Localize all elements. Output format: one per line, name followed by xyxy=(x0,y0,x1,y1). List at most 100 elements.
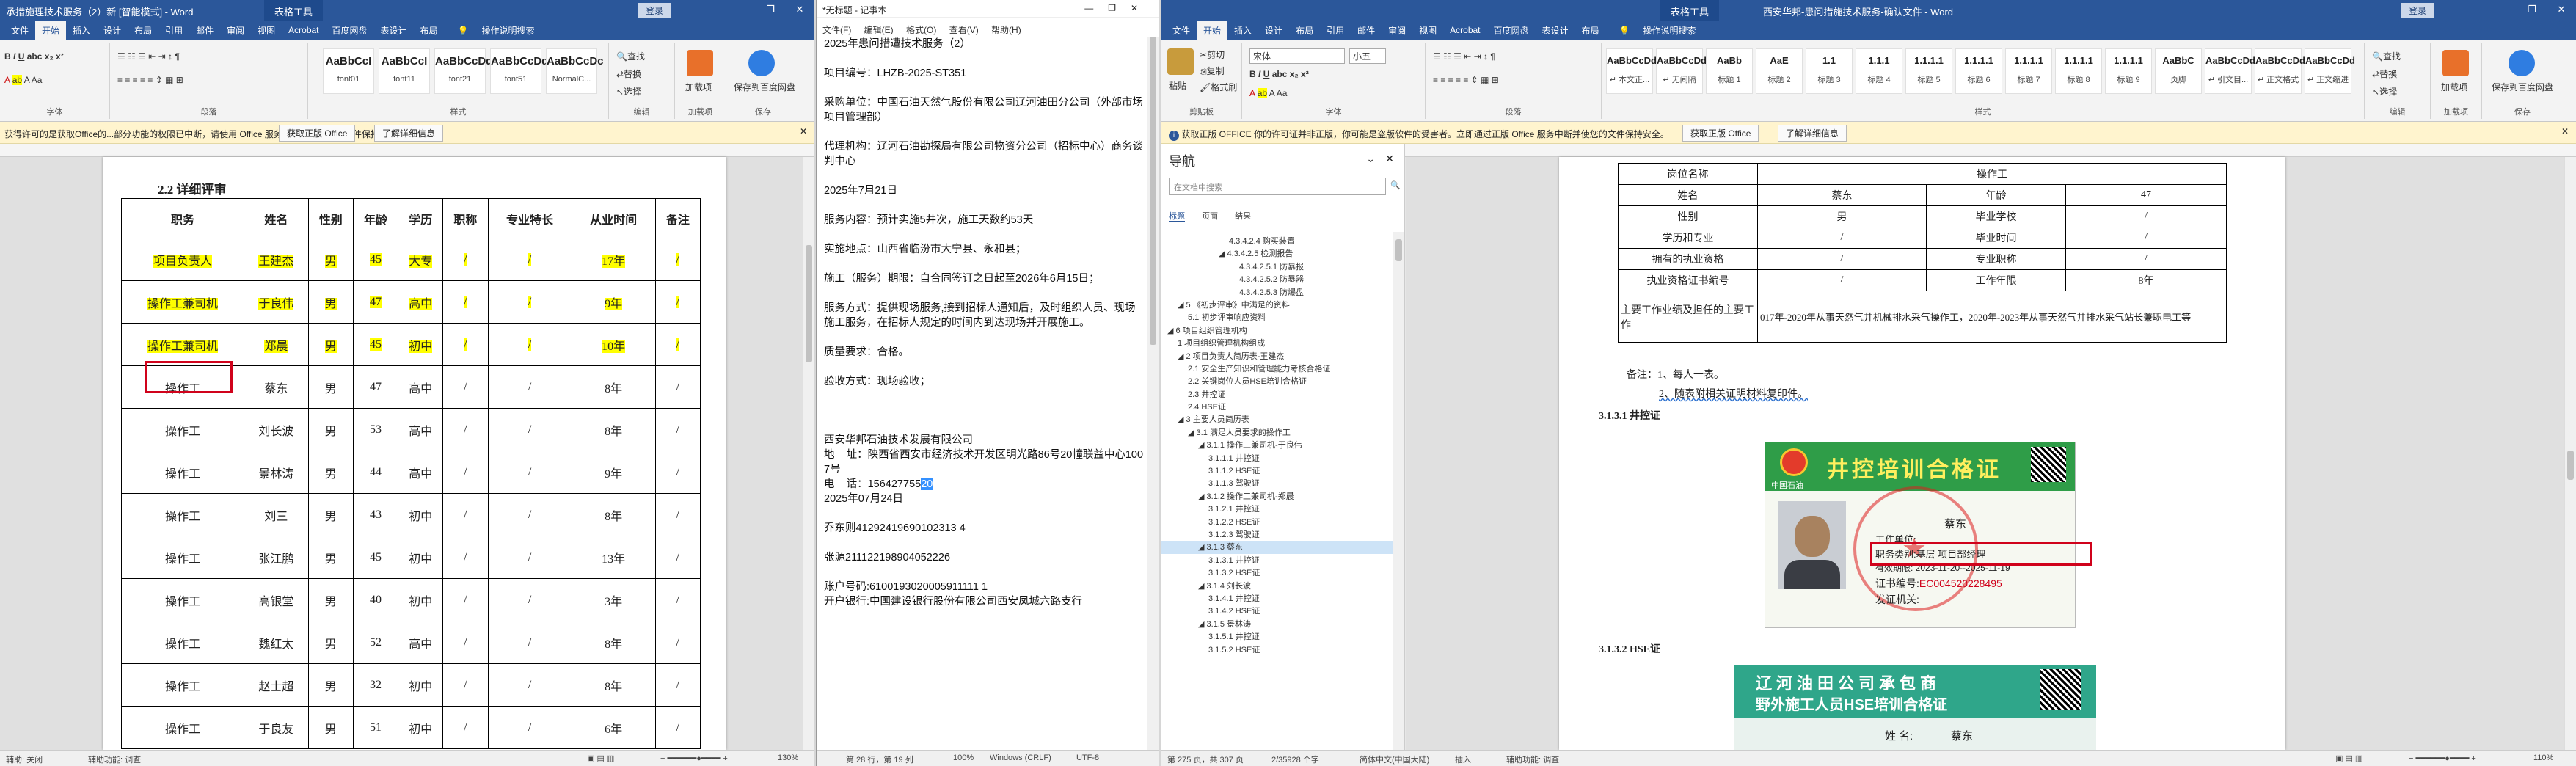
style-font01[interactable]: AaBbCcI font01 xyxy=(323,48,374,94)
tell-me-search[interactable]: 💡 操作说明搜索 xyxy=(1606,21,1710,40)
zoom-slider[interactable]: − ━━━━━━●━━━━ + xyxy=(660,754,728,763)
table-cell[interactable]: / xyxy=(442,323,489,366)
style-item[interactable]: AaBbCcDd ↵ 正文缩进 xyxy=(2305,48,2355,94)
table-cell[interactable]: 操作工 xyxy=(120,408,245,451)
table-cell[interactable]: 景林涛 xyxy=(244,451,309,494)
table-cell[interactable]: 8年 xyxy=(571,408,656,451)
table-header-cell[interactable]: 职称 xyxy=(442,198,489,238)
style-font11[interactable]: AaBbCcI font11 xyxy=(379,48,430,94)
find-button[interactable]: 🔍查找 xyxy=(2372,50,2401,62)
table-cell[interactable]: 郑晨 xyxy=(244,323,309,366)
table-cell[interactable]: 项目负责人 xyxy=(120,238,245,281)
table-cell[interactable]: 于良伟 xyxy=(244,280,309,324)
nav-heading-item[interactable]: 2.2 关键岗位人员HSE培训合格证 xyxy=(1161,375,1394,387)
table-cell[interactable]: 男 xyxy=(307,706,354,749)
tab-references[interactable]: 引用 xyxy=(1320,21,1351,40)
baidu-cloud-icon[interactable] xyxy=(748,50,775,76)
table-cell[interactable]: 男 xyxy=(307,408,354,451)
nav-heading-item[interactable]: 5.1 初步评审响应资料 xyxy=(1161,311,1394,324)
tab-acrobat[interactable]: Acrobat xyxy=(282,22,325,38)
nav-heading-item[interactable]: ◢ 6 项目组织管理机构 xyxy=(1161,324,1394,337)
table-cell[interactable]: / xyxy=(487,578,572,621)
align-buttons[interactable]: ≡ ≡ ≡ ≡ ≡ ⇕ ▦ ⊞ xyxy=(1433,75,1499,85)
scrollbar-thumb[interactable] xyxy=(1395,239,1402,261)
style-item[interactable]: 1.1 标题 3 xyxy=(1806,48,1853,94)
nav-heading-item[interactable]: 2.3 井控证 xyxy=(1161,388,1394,401)
table-cell[interactable]: / xyxy=(654,280,701,324)
nav-heading-item[interactable]: 2.1 安全生产知识和管理能力考核合格证 xyxy=(1161,362,1394,375)
tab-table-design[interactable]: 表设计 xyxy=(374,21,414,40)
tab-file[interactable]: 文件 xyxy=(1166,21,1197,40)
table-cell[interactable]: / xyxy=(442,663,489,707)
table-cell[interactable]: / xyxy=(442,451,489,494)
align-buttons[interactable]: ≡ ≡ ≡ ≡ ≡ ⇕ ▦ ⊞ xyxy=(117,75,183,85)
nav-heading-item[interactable]: ◢ 3.1.4 刘长波 xyxy=(1161,580,1394,592)
view-buttons[interactable]: ▣ ▤ ▥ xyxy=(587,754,614,763)
table-cell[interactable]: 初中 xyxy=(398,663,444,707)
table-cell[interactable]: 47 xyxy=(352,280,399,324)
table-cell[interactable]: 刘三 xyxy=(244,493,309,536)
table-cell[interactable]: / xyxy=(442,706,489,749)
zoom-slider[interactable]: − ━━━━━━●━━━━ + xyxy=(2409,754,2476,763)
table-cell[interactable]: 操作工 xyxy=(120,451,245,494)
get-office-button[interactable]: 获取正版 Office xyxy=(1682,125,1759,142)
table-cell[interactable]: 操作工 xyxy=(120,706,245,749)
scrollbar-thumb[interactable] xyxy=(806,245,812,362)
table-cell[interactable]: / xyxy=(487,451,572,494)
select-button[interactable]: ↖选择 xyxy=(2372,85,2397,98)
close-icon[interactable]: ✕ xyxy=(785,0,814,15)
nav-scrollbar[interactable] xyxy=(1393,232,1404,750)
table-cell[interactable]: 初中 xyxy=(398,706,444,749)
menu-edit[interactable]: 编辑(E) xyxy=(864,25,894,35)
window-controls[interactable]: —❐✕ xyxy=(1084,3,1153,13)
nav-heading-item[interactable]: 3.1.1.3 驾驶证 xyxy=(1161,477,1394,489)
style-item[interactable]: AaBbC 页脚 xyxy=(2155,48,2202,94)
tab-insert[interactable]: 插入 xyxy=(66,21,97,40)
table-cell[interactable]: / xyxy=(442,280,489,324)
table-cell[interactable]: / xyxy=(487,280,572,324)
nav-heading-item[interactable]: 3.1.4.2 HSE证 xyxy=(1161,605,1394,617)
table-cell[interactable]: 初中 xyxy=(398,578,444,621)
table-cell[interactable]: / xyxy=(654,323,701,366)
table-cell[interactable]: 操作工 xyxy=(120,621,245,664)
list-buttons[interactable]: ☰ ☷ ☰ ⇤ ⇥ ↕ ¶ xyxy=(117,51,180,62)
tab-acrobat[interactable]: Acrobat xyxy=(1443,22,1486,38)
table-cell[interactable]: 6年 xyxy=(571,706,656,749)
table-cell[interactable]: 赵士超 xyxy=(244,663,309,707)
tab-home[interactable]: 开始 xyxy=(35,21,67,40)
table-cell[interactable]: 男 xyxy=(307,280,354,324)
table-cell[interactable]: / xyxy=(442,408,489,451)
table-cell[interactable]: 45 xyxy=(352,238,399,281)
table-cell[interactable]: 操作工 xyxy=(120,663,245,707)
font-color-button[interactable]: A ab A Aa xyxy=(4,75,42,85)
nav-search-input[interactable]: 在文档中搜索 xyxy=(1169,178,1386,195)
form-cell[interactable]: 执业资格证书编号 xyxy=(1618,269,1758,291)
table-cell[interactable]: / xyxy=(442,621,489,664)
table-cell[interactable]: 51 xyxy=(352,706,399,749)
vertical-scrollbar[interactable] xyxy=(803,157,814,750)
paste-icon[interactable] xyxy=(1167,48,1194,75)
table-cell[interactable]: 男 xyxy=(307,365,354,409)
style-item[interactable]: AaBbCcDd ↵ 引文目... xyxy=(2205,48,2255,94)
nav-heading-item[interactable]: 3.1.1.2 HSE证 xyxy=(1161,464,1394,477)
style-normalc[interactable]: AaBbCcDc NormalC... xyxy=(546,48,604,94)
nav-heading-item[interactable]: ◢ 3.1.3 蔡东 xyxy=(1161,541,1394,554)
nav-heading-item[interactable]: ◢ 3.1.5 景林涛 xyxy=(1161,618,1394,630)
language[interactable]: 简体中文(中国大陆) xyxy=(1360,754,1429,765)
nav-heading-item[interactable]: 3.1.1.1 井控证 xyxy=(1161,452,1394,464)
nav-tab-headings[interactable]: 标题 xyxy=(1169,212,1185,222)
style-item[interactable]: 1.1.1.1 标题 5 xyxy=(1905,48,1952,94)
form-cell[interactable]: 性别 xyxy=(1618,205,1758,227)
nav-heading-item[interactable]: 3.1.3.2 HSE证 xyxy=(1161,566,1394,579)
table-cell[interactable]: 张江鹏 xyxy=(244,536,309,579)
chevron-down-icon[interactable]: ⌄ xyxy=(1366,153,1375,165)
tab-home[interactable]: 开始 xyxy=(1197,21,1228,40)
format-buttons[interactable]: B I U abc x₂ x² xyxy=(1249,69,1309,79)
table-cell[interactable]: / xyxy=(487,663,572,707)
table-cell[interactable]: 45 xyxy=(352,323,399,366)
zoom-level[interactable]: 110% xyxy=(2533,754,2553,762)
scrollbar-thumb[interactable] xyxy=(1150,37,1156,345)
tab-mailings[interactable]: 邮件 xyxy=(1351,21,1382,40)
table-cell[interactable]: 男 xyxy=(307,536,354,579)
menu-format[interactable]: 格式(O) xyxy=(906,25,936,35)
